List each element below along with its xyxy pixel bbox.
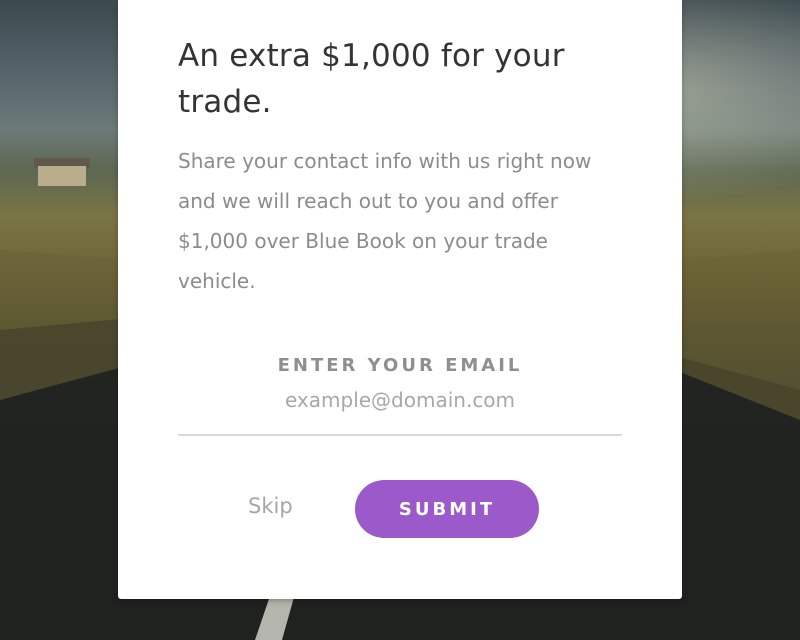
house-body: [38, 166, 86, 186]
email-field[interactable]: [178, 386, 622, 436]
farmhouse-illustration: [8, 158, 90, 186]
modal-title: An extra $1,000 for your trade.: [178, 38, 565, 120]
submit-button[interactable]: SUBMIT: [355, 480, 539, 538]
skip-link[interactable]: Skip: [248, 494, 293, 518]
trade-offer-modal: An extra $1,000 for your trade. Share yo…: [118, 0, 682, 599]
email-field-label: ENTER YOUR EMAIL: [277, 355, 523, 376]
modal-description: Share your contact info with us right no…: [178, 149, 592, 293]
